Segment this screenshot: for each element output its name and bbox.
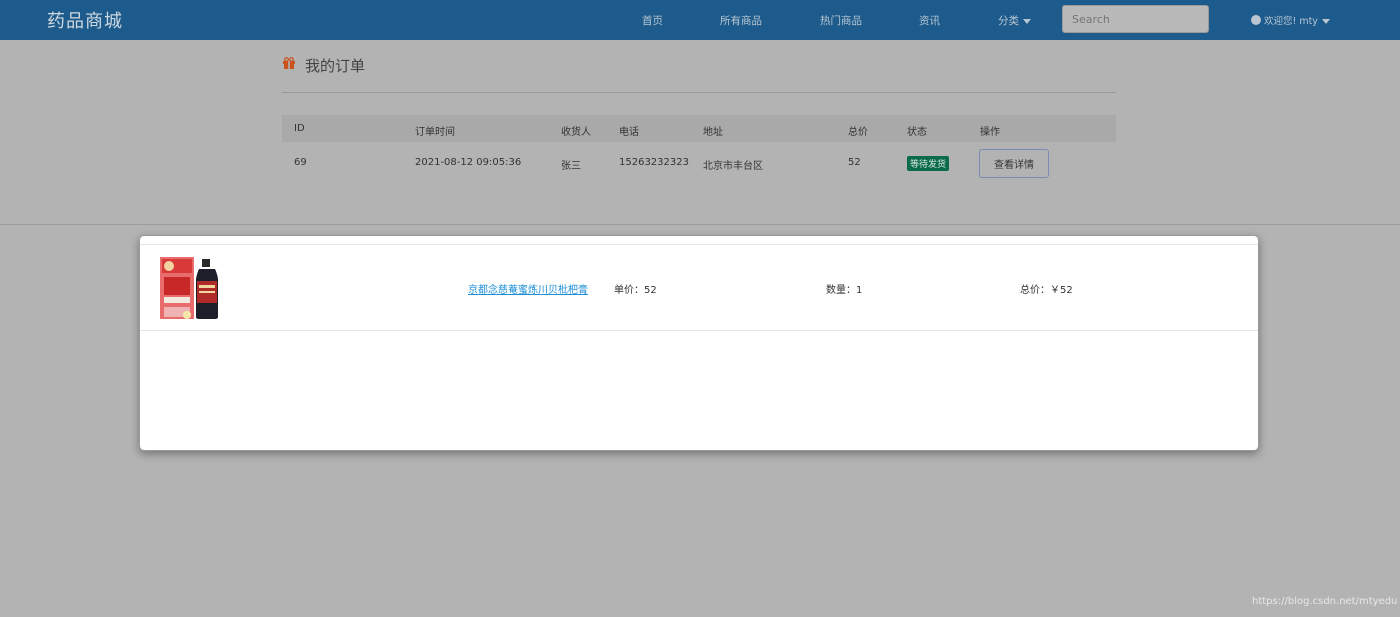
order-item-row: 京都念慈菴蜜炼川贝枇杷膏 单价：52 数量：1 总价：￥52 [140,245,1258,331]
order-phone: 15263232323 [619,157,689,168]
status-badge: 等待发货 [907,156,950,171]
nav-category-label: 分类 [998,15,1019,27]
navbar: 药品商城 首页 所有商品 热门商品 资讯 分类 欢迎您! mty [0,0,1400,40]
user-icon [1251,15,1261,25]
user-greeting: 欢迎您! mty [1264,16,1318,27]
user-menu[interactable]: 欢迎您! mty [1251,13,1330,27]
order-address: 北京市丰台区 [703,161,763,172]
order-time: 2021-08-12 09:05:36 [415,157,522,168]
watermark: https://blog.csdn.net/mtyedu [1252,596,1398,607]
order-receiver: 张三 [561,161,581,172]
caret-down-icon [1023,18,1031,24]
nav-all-products[interactable]: 所有商品 [720,13,762,28]
order-id: 69 [294,157,307,168]
quantity: 数量：1 [826,285,863,296]
header-status: 状态 [907,127,927,138]
caret-down-icon [1321,19,1330,24]
gift-icon [283,57,295,69]
item-total: 总价：￥52 [1020,285,1073,296]
header-total: 总价 [848,127,868,138]
header-action: 操作 [980,127,1000,138]
product-name-link[interactable]: 京都念慈菴蜜炼川贝枇杷膏 [468,281,588,296]
view-details-button[interactable]: 查看详情 [979,149,1049,178]
header-id: ID [294,123,305,134]
unit-price: 单价：52 [614,285,657,296]
nav-news[interactable]: 资讯 [919,13,940,28]
header-address: 地址 [703,127,723,138]
header-receiver: 收货人 [561,127,591,138]
table-header: ID 订单时间 收货人 电话 地址 总价 状态 操作 [282,115,1116,142]
brand-logo[interactable]: 药品商城 [47,7,123,33]
page-title: 我的订单 [305,57,366,75]
content-divider [0,224,1400,225]
nav-hot-products[interactable]: 热门商品 [820,13,862,28]
header-phone: 电话 [619,127,639,138]
search-input[interactable] [1062,5,1209,33]
title-divider [282,92,1116,93]
nav-category-dropdown[interactable]: 分类 [998,13,1031,28]
nav-home[interactable]: 首页 [642,13,663,28]
product-thumbnail[interactable] [159,255,219,321]
table-row: 69 2021-08-12 09:05:36 张三 15263232323 北京… [282,142,1116,184]
header-time: 订单时间 [415,127,455,138]
order-detail-modal: 京都念慈菴蜜炼川贝枇杷膏 单价：52 数量：1 总价：￥52 [139,235,1259,451]
order-total: 52 [848,157,861,168]
